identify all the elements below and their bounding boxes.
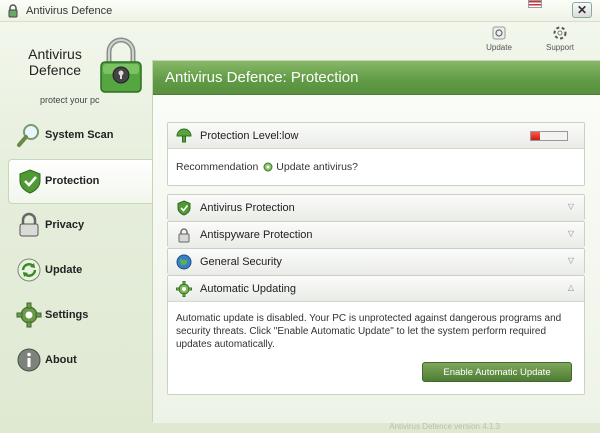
- shield-icon: [19, 169, 41, 194]
- globe-icon: [176, 254, 192, 270]
- sidebar-item-about[interactable]: About: [0, 339, 152, 384]
- support-toolbar-button[interactable]: Support: [537, 26, 583, 52]
- sidebar-item-protection[interactable]: Protection: [8, 159, 164, 204]
- shield-check-icon: [177, 200, 191, 216]
- panel-header: General Security ▽: [168, 249, 584, 275]
- panel-antivirus-protection[interactable]: Antivirus Protection ▽: [167, 194, 585, 221]
- window-title: Antivirus Defence: [26, 4, 113, 17]
- panel-general-security[interactable]: General Security ▽: [167, 248, 585, 275]
- panel-header[interactable]: Automatic Updating △: [168, 276, 584, 302]
- brand-tagline: protect your pc: [40, 95, 100, 105]
- sidebar-item-privacy[interactable]: Privacy: [0, 204, 152, 249]
- main-panel: Antivirus Defence: Protection Protection…: [152, 60, 600, 423]
- update-toolbar-button[interactable]: Update: [476, 26, 522, 52]
- panel-header: Antivirus Protection ▽: [168, 195, 584, 221]
- sidebar-item-label: Settings: [45, 309, 89, 321]
- main-content: Protection Level:low Recommendation Upda…: [153, 96, 600, 423]
- padlock-logo-icon: [100, 37, 142, 93]
- update-message: Automatic update is disabled. Your PC is…: [176, 313, 562, 350]
- sidebar-item-label: Update: [45, 264, 83, 276]
- protection-level-bar: Protection Level:low: [168, 123, 584, 149]
- update-message-body: Automatic update is disabled. Your PC is…: [168, 302, 584, 394]
- title-bar: Antivirus Defence ✕: [0, 0, 600, 22]
- small-gear-icon: [263, 162, 273, 172]
- sidebar-nav: System Scan Protection Privacy Update Se…: [0, 114, 164, 384]
- protection-level-meter: [530, 131, 568, 141]
- sidebar-item-label: Protection: [45, 175, 100, 187]
- page-title: Antivirus Defence: Protection: [165, 69, 359, 86]
- brand-block: Antivirus Defence protect your pc: [10, 32, 150, 112]
- panel-automatic-updating: Automatic Updating △ Automatic update is…: [167, 275, 585, 395]
- enable-automatic-update-button[interactable]: Enable Automatic Update: [422, 362, 572, 382]
- sidebar-item-system-scan[interactable]: System Scan: [0, 114, 152, 159]
- sidebar-item-label: System Scan: [45, 129, 114, 141]
- recommendation-row: Recommendation Update antivirus?: [168, 149, 584, 185]
- close-button[interactable]: ✕: [572, 2, 592, 18]
- support-lifebuoy-icon: [553, 26, 567, 40]
- gear-icon: [16, 302, 42, 328]
- recommendation-label: Recommendation: [176, 161, 259, 173]
- chevron-up-icon[interactable]: △: [566, 284, 576, 292]
- panel-label: General Security: [200, 256, 282, 268]
- chevron-down-icon[interactable]: ▽: [566, 203, 576, 211]
- brand-name: Antivirus Defence: [28, 46, 82, 78]
- support-toolbar-label: Support: [545, 43, 575, 52]
- sidebar-item-label: About: [45, 354, 77, 366]
- protection-level-panel: Protection Level:low Recommendation Upda…: [167, 122, 585, 186]
- padlock-icon: [178, 228, 190, 243]
- update-antivirus-link[interactable]: Update antivirus?: [276, 161, 358, 173]
- panel-label: Antispyware Protection: [200, 229, 313, 241]
- sidebar-item-settings[interactable]: Settings: [0, 294, 152, 339]
- sidebar: Antivirus Defence protect your pc System…: [0, 22, 164, 433]
- magnifier-icon: [17, 124, 39, 147]
- chevron-down-icon[interactable]: ▽: [566, 230, 576, 238]
- panel-label: Automatic Updating: [200, 282, 296, 295]
- padlock-icon: [19, 212, 39, 237]
- info-icon: [17, 348, 41, 372]
- protection-level-fill: [531, 132, 540, 140]
- gear-update-icon: [176, 280, 192, 297]
- language-flag-icon[interactable]: [528, 0, 542, 8]
- chevron-down-icon[interactable]: ▽: [566, 257, 576, 265]
- version-label: Antivirus Defence version 4.1.3: [389, 422, 500, 431]
- app-lock-icon: [8, 3, 18, 17]
- sidebar-item-label: Privacy: [45, 219, 85, 231]
- panel-header: Antispyware Protection ▽: [168, 222, 584, 248]
- update-toolbar-label: Update: [486, 43, 512, 52]
- main-header: Antivirus Defence: Protection: [153, 61, 600, 95]
- update-arrows-icon: [17, 258, 41, 282]
- protection-level-label: Protection Level:low: [200, 129, 299, 142]
- panel-label: Antivirus Protection: [200, 202, 295, 214]
- protection-status-icon: [176, 127, 192, 142]
- update-toolbar-icon: [492, 26, 506, 40]
- app-window: PC Antivirus Defence ✕ Antivirus Defence…: [0, 0, 600, 433]
- panel-antispyware-protection[interactable]: Antispyware Protection ▽: [167, 221, 585, 248]
- sidebar-item-update[interactable]: Update: [0, 249, 152, 294]
